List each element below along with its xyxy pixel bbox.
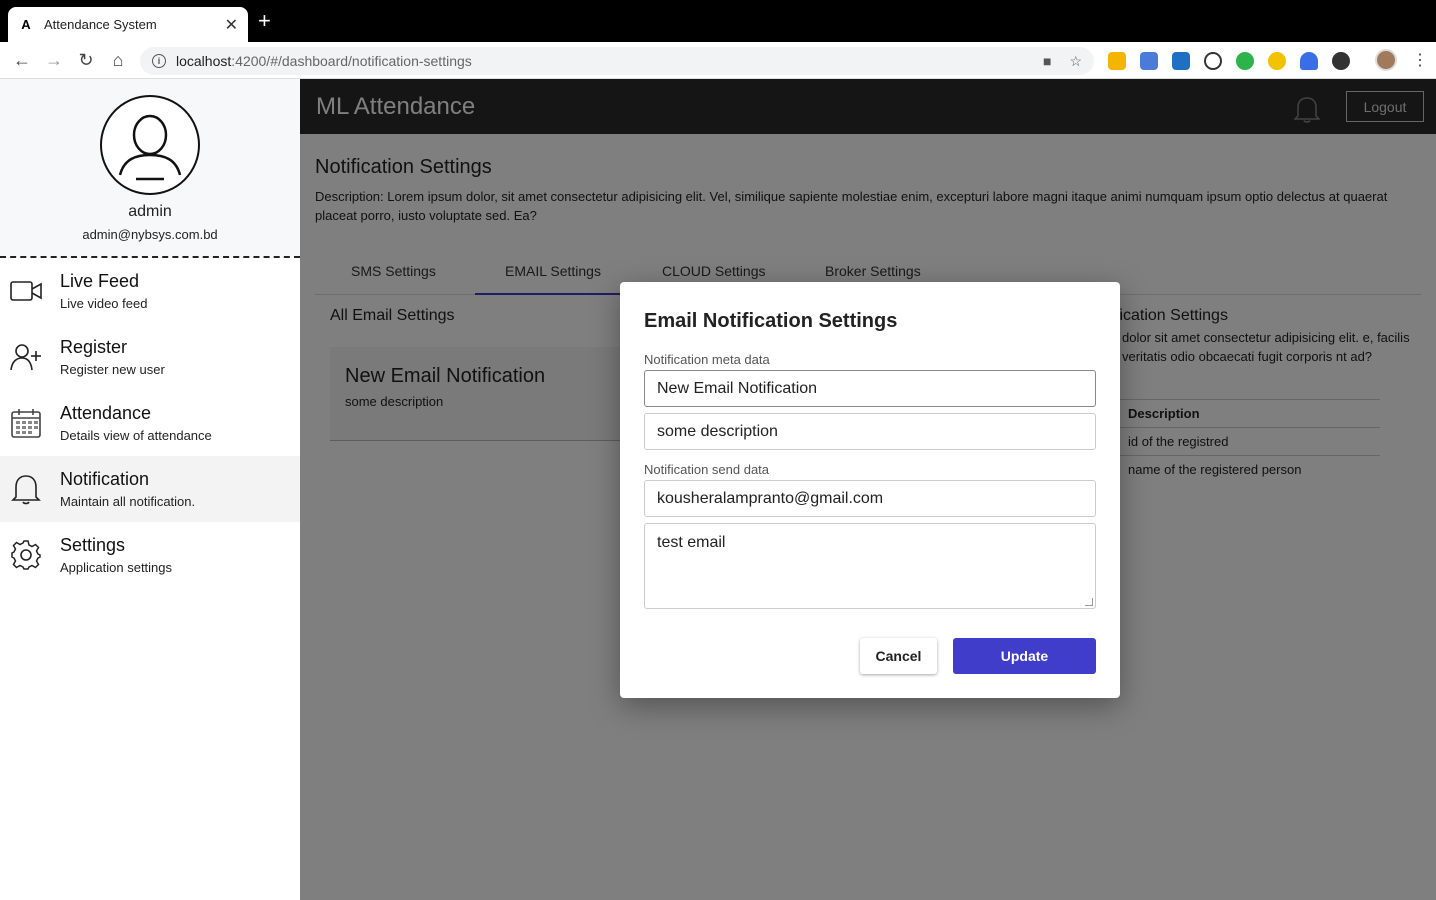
sidebar-item-title: Attendance [60, 403, 152, 423]
cancel-button[interactable]: Cancel [860, 638, 937, 674]
gear-icon [10, 539, 42, 571]
update-button[interactable]: Update [953, 638, 1096, 674]
extension-s-icon[interactable] [1172, 52, 1190, 70]
user-email: admin@nybsys.com.bd [82, 227, 218, 242]
video-camera-icon [10, 275, 42, 307]
email-message-text: test email [657, 534, 726, 551]
sidebar-item-subtitle: Application settings [60, 560, 173, 575]
sidebar-item-subtitle: Details view of attendance [60, 428, 212, 443]
meta-data-label: Notification meta data [644, 352, 770, 367]
home-icon[interactable]: ⌂ [108, 50, 128, 70]
site-info-icon[interactable]: i [152, 54, 166, 68]
extension-yellow-icon[interactable] [1268, 52, 1286, 70]
sidebar-item-title: Notification [60, 469, 150, 489]
browser-toolbar: ← → ↻ ⌂ i localhost:4200/#/dashboard/not… [0, 42, 1436, 79]
address-bar[interactable]: i localhost:4200/#/dashboard/notificatio… [140, 47, 1094, 75]
sidebar-item-attendance[interactable]: Attendance Details view of attendance [0, 390, 300, 456]
browser-tab-bar: A Attendance System ✕ + [0, 0, 1436, 42]
url-host: localhost [176, 53, 232, 69]
back-icon[interactable]: ← [12, 50, 32, 70]
extension-react-icon[interactable] [1204, 52, 1222, 70]
sidebar: admin admin@nybsys.com.bd Live Feed Live… [0, 79, 300, 900]
notification-description-input[interactable]: some description [644, 413, 1096, 450]
notification-name-input[interactable]: New Email Notification [644, 370, 1096, 407]
bookmark-star-icon[interactable]: ☆ [1069, 53, 1082, 70]
extension-dark-icon[interactable] [1332, 52, 1350, 70]
sidebar-item-settings[interactable]: Settings Application settings [0, 522, 300, 588]
close-tab-icon[interactable]: ✕ [225, 15, 238, 35]
sidebar-item-title: Register [60, 337, 128, 357]
dialog-title: Email Notification Settings [644, 310, 898, 332]
send-data-label: Notification send data [644, 462, 770, 477]
calendar-icon [10, 407, 42, 439]
reload-icon[interactable]: ↻ [76, 50, 96, 70]
extension-keep-icon[interactable] [1108, 52, 1126, 70]
sidebar-item-live-feed[interactable]: Live Feed Live video feed [0, 258, 300, 324]
extension-circle-icon[interactable] [1236, 52, 1254, 70]
browser-profile-avatar[interactable] [1375, 49, 1397, 71]
sidebar-item-title: Settings [60, 535, 126, 555]
bell-icon [10, 473, 42, 505]
browser-menu-icon[interactable]: ⋮ [1412, 50, 1428, 70]
url-text: localhost:4200/#/dashboard/notification-… [176, 53, 1043, 69]
sidebar-item-subtitle: Register new user [60, 362, 165, 377]
url-path: :4200/#/dashboard/notification-settings [231, 53, 472, 69]
profile-block: admin admin@nybsys.com.bd [0, 79, 300, 258]
email-message-textarea[interactable]: test email [644, 523, 1096, 609]
email-address-input[interactable]: kousheralampranto@gmail.com [644, 480, 1096, 517]
extension-translate-icon[interactable] [1140, 52, 1158, 70]
browser-tab-title: Attendance System [44, 17, 157, 32]
new-tab-icon[interactable]: + [258, 10, 271, 32]
sidebar-item-subtitle: Live video feed [60, 296, 148, 311]
app-favicon-icon: A [21, 17, 31, 32]
extension-blue-icon[interactable] [1300, 52, 1318, 70]
camera-icon[interactable]: ■ [1043, 53, 1051, 70]
sidebar-item-notification[interactable]: Notification Maintain all notification. [0, 456, 300, 522]
user-avatar-icon [100, 95, 200, 195]
sidebar-item-register[interactable]: Register Register new user [0, 324, 300, 390]
email-settings-dialog: Email Notification Settings Notification… [620, 282, 1120, 698]
resize-handle-icon[interactable] [1085, 598, 1093, 606]
forward-icon[interactable]: → [44, 50, 64, 70]
add-user-icon [10, 341, 42, 373]
user-name: admin [128, 203, 172, 220]
dialog-actions: Cancel Update [644, 638, 1096, 674]
sidebar-item-subtitle: Maintain all notification. [60, 494, 196, 509]
sidebar-item-title: Live Feed [60, 271, 140, 291]
browser-tab[interactable]: A Attendance System ✕ [8, 7, 248, 42]
